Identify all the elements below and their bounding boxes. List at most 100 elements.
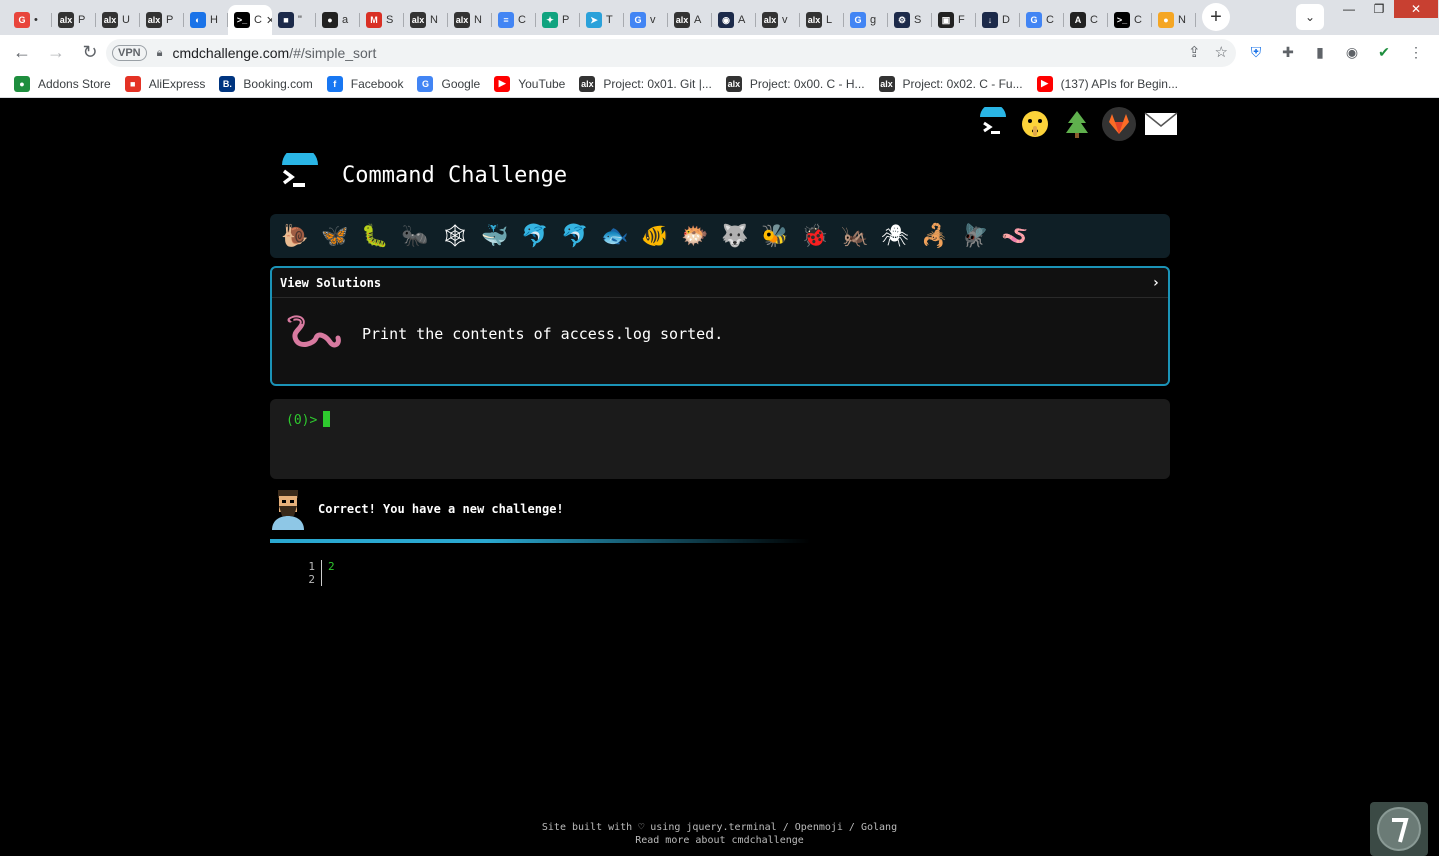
challenge-critter-icon[interactable]: 🐠 — [638, 219, 672, 253]
challenge-critter-icon[interactable]: 🐞 — [798, 219, 832, 253]
view-solutions-toggle[interactable]: View Solutions › — [272, 268, 1168, 298]
vpn-badge[interactable]: VPN — [112, 45, 147, 61]
challenge-critter-icon[interactable]: 🐜 — [398, 219, 432, 253]
challenge-critter-icon[interactable]: 🐟 — [598, 219, 632, 253]
challenge-critter-icon[interactable]: 🦋 — [318, 219, 352, 253]
challenge-critter-icon[interactable]: 🦂 — [918, 219, 952, 253]
new-tab-button[interactable]: + — [1202, 3, 1230, 31]
profile-icon[interactable]: ◉ — [1342, 43, 1362, 63]
browser-tab[interactable]: Gg — [844, 5, 888, 35]
address-bar[interactable]: VPN 🔒︎ cmdchallenge.com/#/simple_sort ⇪ … — [106, 39, 1236, 67]
puzzle-extensions-icon[interactable]: ✚ — [1278, 43, 1298, 63]
url-text[interactable]: cmdchallenge.com/#/simple_sort — [172, 45, 376, 61]
browser-tab[interactable]: >_ C ✕ — [228, 5, 272, 35]
terminal-logo-icon[interactable] — [278, 147, 322, 197]
close-window-button[interactable]: ✕ — [1394, 0, 1438, 18]
bookmark-item[interactable]: alx Project: 0x02. C - Fu... — [878, 75, 1023, 92]
browser-tab[interactable]: ◉ A — [712, 5, 756, 35]
challenge-critter-icon[interactable]: 🐡 — [678, 219, 712, 253]
browser-tab[interactable]: ↓ D — [976, 5, 1020, 35]
browser-tab[interactable]: alx P — [140, 5, 184, 35]
bookmark-item[interactable]: B. Booking.com — [219, 75, 313, 92]
gitlab-icon[interactable] — [1102, 107, 1136, 141]
bookmark-item[interactable]: ▶ YouTube — [494, 75, 565, 92]
browser-tab[interactable]: alx L — [800, 5, 844, 35]
terminal-input[interactable]: (0)> — [270, 399, 1170, 479]
challenge-critter-icon[interactable]: 🪱 — [998, 219, 1032, 253]
challenge-critter-icon[interactable]: 🐺 — [718, 219, 752, 253]
browser-tab[interactable]: >_ C — [1108, 5, 1152, 35]
mail-icon[interactable] — [1144, 107, 1178, 141]
browser-tab[interactable]: ◐ H — [184, 5, 228, 35]
menu-icon[interactable]: ⋮ — [1406, 43, 1426, 63]
browser-tab[interactable]: ● N — [1152, 5, 1196, 35]
bookmark-item[interactable]: alx Project: 0x00. C - H... — [725, 75, 865, 92]
bookmark-item[interactable]: ■ AliExpress — [124, 75, 205, 92]
back-button[interactable]: ← — [6, 37, 38, 69]
browser-tab[interactable]: alx N — [448, 5, 492, 35]
footer-about-link[interactable]: Read more about cmdchallenge — [0, 834, 1439, 847]
challenge-critter-icon[interactable]: 🕸 — [438, 219, 472, 253]
tab-favicon-icon: alx — [146, 12, 162, 28]
browser-tab[interactable]: Gv — [624, 5, 668, 35]
shield-extension-icon[interactable]: ⛨ — [1246, 43, 1266, 63]
browser-tab[interactable]: alx A — [668, 5, 712, 35]
tab-label: N — [474, 14, 482, 26]
bookmark-label: Facebook — [350, 76, 404, 91]
challenge-critter-icon[interactable]: 🐬 — [518, 219, 552, 253]
browser-tab[interactable]: alx P — [52, 5, 96, 35]
browser-tab[interactable]: alx v — [756, 5, 800, 35]
adguard-icon[interactable]: ✔ — [1374, 43, 1394, 63]
challenge-critter-icon[interactable]: 🕷 — [878, 219, 912, 253]
tab-favicon-icon: ⚙ — [894, 12, 910, 28]
reload-button[interactable]: ↻ — [74, 37, 106, 69]
bookmark-item[interactable]: ● Addons Store — [14, 75, 111, 92]
lock-icon[interactable]: 🔒︎ — [157, 47, 163, 60]
browser-tab[interactable]: ■ " — [272, 5, 316, 35]
browser-tab[interactable]: ➤ T — [580, 5, 624, 35]
share-icon[interactable]: ⇪ — [1188, 43, 1201, 61]
browser-tab[interactable]: G • — [8, 5, 52, 35]
tab-label: A — [738, 14, 746, 26]
footer-credits[interactable]: Site built with ♡ using jquery.terminal … — [0, 821, 1439, 834]
bookmark-item[interactable]: alx Project: 0x01. Git |... — [579, 75, 712, 92]
challenge-critter-icon[interactable]: 🐳 — [478, 219, 512, 253]
tab-favicon-icon: G — [14, 12, 30, 28]
browser-tab[interactable]: AC — [1064, 5, 1108, 35]
shush-emoji-icon[interactable] — [1018, 107, 1052, 141]
challenge-critter-icon[interactable]: 🐛 — [358, 219, 392, 253]
browser-tab[interactable]: alx U — [96, 5, 140, 35]
browser-tab[interactable]: alx N — [404, 5, 448, 35]
browser-tab[interactable]: MS — [360, 5, 404, 35]
tree-icon[interactable] — [1060, 107, 1094, 141]
browser-tab[interactable]: ● a — [316, 5, 360, 35]
browser-tab[interactable]: ▣ F — [932, 5, 976, 35]
browser-tab[interactable]: ≡ C — [492, 5, 536, 35]
challenge-critter-icon[interactable]: 🐌 — [278, 219, 312, 253]
tab-label: g — [870, 14, 877, 26]
challenge-critter-icon[interactable]: 🪰 — [958, 219, 992, 253]
browser-tab[interactable]: GC — [1020, 5, 1064, 35]
challenge-critter-icon[interactable]: 🐬 — [558, 219, 592, 253]
tab-label: P — [166, 14, 174, 26]
maximize-button[interactable]: ❐ — [1364, 0, 1394, 18]
tab-label: F — [958, 14, 965, 26]
bookmark-star-icon[interactable]: ☆ — [1215, 43, 1228, 61]
bookmark-item[interactable]: f Facebook — [326, 75, 404, 92]
terminal-logo-icon[interactable] — [976, 107, 1010, 141]
help-widget-button[interactable] — [1370, 802, 1428, 856]
challenge-critter-icon[interactable]: 🐝 — [758, 219, 792, 253]
chevron-right-icon[interactable]: › — [1152, 275, 1160, 291]
bookmark-item[interactable]: G Google — [417, 75, 480, 92]
tab-search-button[interactable]: ⌄ — [1296, 4, 1324, 30]
bookmark-label: Addons Store — [38, 76, 111, 91]
forward-button[interactable]: → — [40, 37, 72, 69]
bookmark-item[interactable]: ▶ (137) APIs for Begin... — [1036, 75, 1178, 92]
output-line: 2 — [328, 560, 335, 573]
minimize-button[interactable]: — — [1334, 0, 1364, 18]
page-footer: Site built with ♡ using jquery.terminal … — [0, 821, 1439, 847]
browser-tab[interactable]: ✦ P — [536, 5, 580, 35]
challenge-critter-icon[interactable]: 🦗 — [838, 219, 872, 253]
side-panel-icon[interactable]: ▮ — [1310, 43, 1330, 63]
browser-tab[interactable]: ⚙ S — [888, 5, 932, 35]
